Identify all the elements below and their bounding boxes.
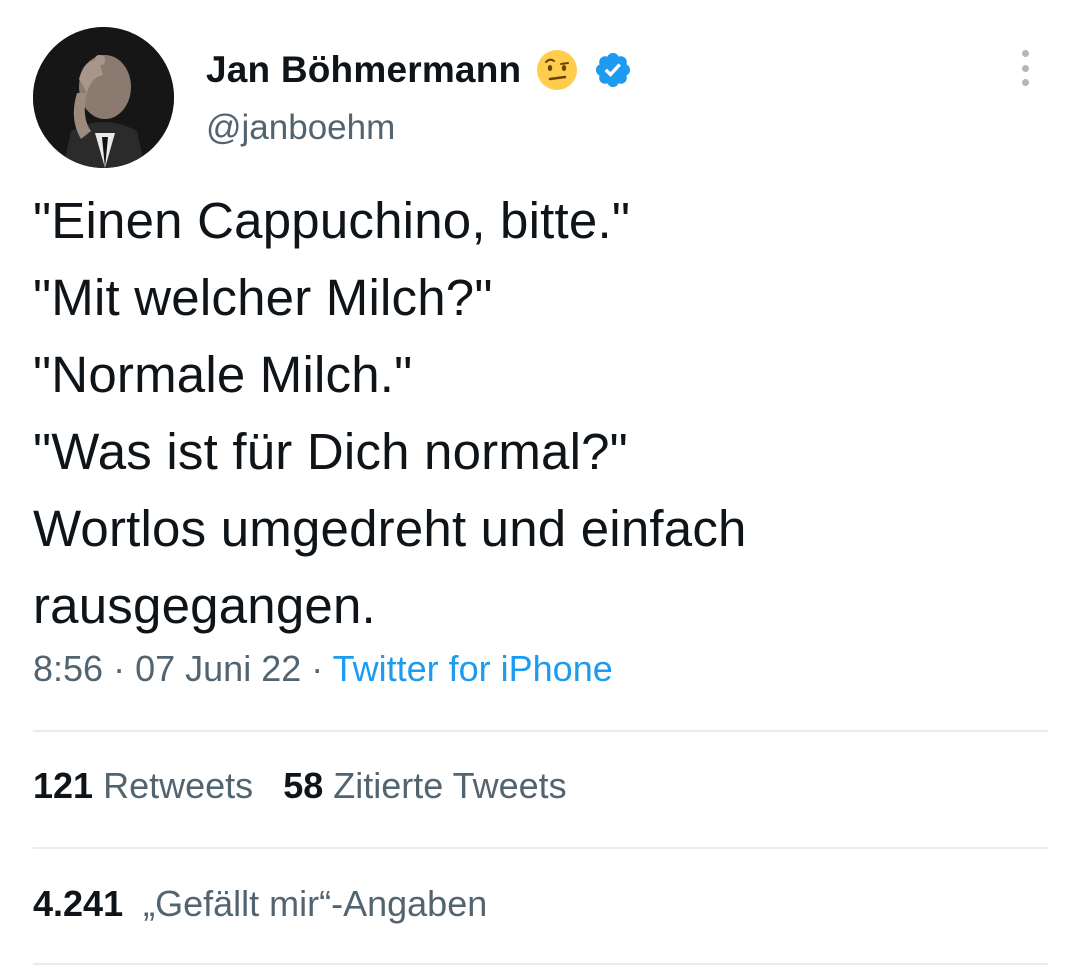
quotes-count: 58 <box>283 765 324 806</box>
stats-row-likes: 4.241 „Gefällt mir“-Angaben <box>33 883 487 925</box>
quotes-label: Zitierte Tweets <box>333 765 567 806</box>
divider <box>33 730 1048 732</box>
tweet-line: "Was ist für Dich normal?" <box>33 423 628 480</box>
tweet-time[interactable]: 8:56 <box>33 648 103 689</box>
meta-separator: · <box>311 648 324 689</box>
author-display-name[interactable]: Jan Böhmermann <box>206 49 521 91</box>
tweet-line: rausgegangen. <box>33 577 376 634</box>
likes-count: 4.241 <box>33 883 124 924</box>
tweet-line: "Normale Milch." <box>33 346 413 403</box>
avatar[interactable] <box>33 27 174 168</box>
meta-separator: · <box>113 648 126 689</box>
tweet-date[interactable]: 07 Juni 22 <box>135 648 301 689</box>
more-dot <box>1021 64 1029 72</box>
avatar-photo <box>33 27 174 168</box>
tweet-line: "Einen Cappuchino, bitte." <box>33 192 631 249</box>
author-handle[interactable]: @janboehm <box>206 108 395 148</box>
author-name-row: Jan Böhmermann <box>206 44 633 96</box>
tweet-line: "Mit welcher Milch?" <box>33 269 493 326</box>
verified-badge-icon <box>596 52 631 88</box>
retweets-stat[interactable]: 121 Retweets <box>33 765 253 806</box>
tweet-line: Wortlos umgedreht und einfach <box>33 500 747 557</box>
stats-row-retweets: 121 Retweets 58 Zitierte Tweets <box>33 765 567 807</box>
divider <box>33 847 1048 849</box>
likes-stat[interactable]: 4.241 „Gefällt mir“-Angaben <box>33 883 487 924</box>
divider <box>33 963 1048 965</box>
more-options-icon[interactable] <box>1012 50 1038 86</box>
more-dot <box>1021 79 1029 86</box>
more-dot <box>1021 50 1029 57</box>
tweet-source-link[interactable]: Twitter for iPhone <box>333 648 613 689</box>
likes-label: „Gefällt mir“-Angaben <box>143 883 488 924</box>
face-with-raised-eyebrow-icon <box>537 50 578 90</box>
retweets-count: 121 <box>33 765 94 806</box>
tweet-text: "Einen Cappuchino, bitte." "Mit welcher … <box>33 182 1043 644</box>
quotes-stat[interactable]: 58 Zitierte Tweets <box>283 765 566 806</box>
retweets-label: Retweets <box>103 765 254 806</box>
tweet-meta: 8:56 · 07 Juni 22 · Twitter for iPhone <box>33 648 613 690</box>
